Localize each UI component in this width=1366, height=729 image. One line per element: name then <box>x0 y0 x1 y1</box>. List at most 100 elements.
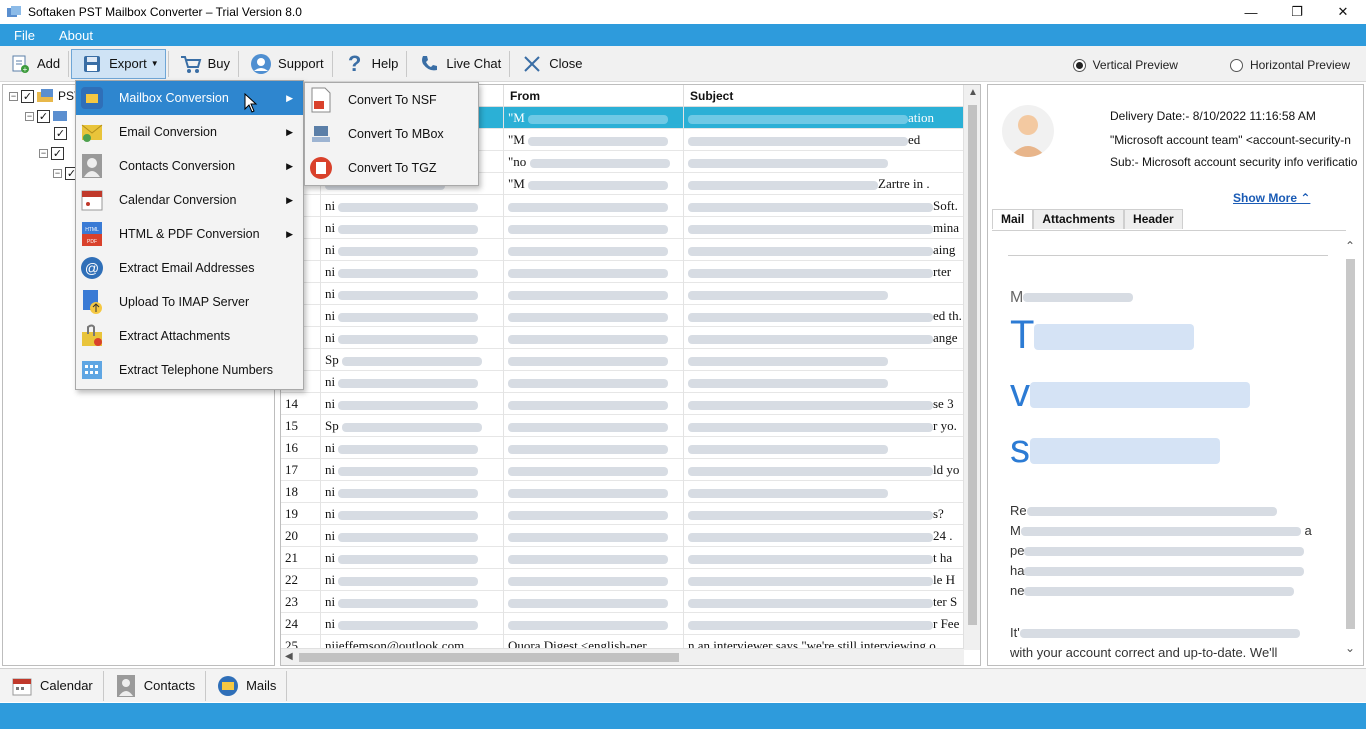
scroll-down-chevron-icon[interactable]: ⌄ <box>1345 641 1355 655</box>
table-row[interactable]: ni aing <box>281 239 964 261</box>
table-row[interactable]: Sp <box>281 349 964 371</box>
minimize-button[interactable]: — <box>1228 0 1274 24</box>
scrollbar-thumb[interactable] <box>299 653 679 662</box>
scroll-up-chevron-icon[interactable]: ⌃ <box>1345 239 1355 253</box>
tree-root[interactable]: − ✓ PST <box>9 89 81 103</box>
live-chat-button[interactable]: Live Chat <box>409 49 507 79</box>
table-row[interactable]: 24 ni r Fee <box>281 613 964 635</box>
mails-tab[interactable]: Mails <box>206 670 288 701</box>
table-row[interactable]: 17 ni ld yo <box>281 459 964 481</box>
horizontal-scrollbar[interactable]: ◀ <box>281 648 964 665</box>
tree-node[interactable]: − ✓ <box>39 147 64 160</box>
menu-file[interactable]: File <box>0 28 45 43</box>
table-row[interactable]: 22 ni le H <box>281 569 964 591</box>
tree-node[interactable]: ✓ <box>51 127 67 140</box>
add-button[interactable]: + Add <box>0 49 66 79</box>
help-button[interactable]: ? Help <box>335 49 405 79</box>
table-row[interactable]: 20 ni 24 . <box>281 525 964 547</box>
menu-item-label: HTML & PDF Conversion <box>119 227 260 241</box>
calendar-tab[interactable]: Calendar <box>0 670 104 701</box>
buy-button[interactable]: Buy <box>171 49 236 79</box>
menu-item-calendar-conversion[interactable]: Calendar Conversion ▶ <box>76 183 303 217</box>
vertical-preview-radio[interactable] <box>1072 58 1086 72</box>
tab-mail[interactable]: Mail <box>992 209 1034 229</box>
table-row[interactable]: ni <box>281 371 964 393</box>
table-row[interactable]: 23 ni ter S <box>281 591 964 613</box>
mail-text: ha <box>1010 563 1305 578</box>
row-mailbox: ni <box>325 396 336 411</box>
tab-attachments[interactable]: Attachments <box>1033 209 1125 229</box>
menu-item-extract-telephone-numbers[interactable]: Extract Telephone Numbers <box>76 353 303 387</box>
collapse-icon[interactable]: − <box>9 91 18 101</box>
scroll-up-arrow-icon[interactable]: ▲ <box>968 87 978 98</box>
tree-checkbox[interactable]: ✓ <box>51 147 64 160</box>
row-number: 17 <box>285 462 298 477</box>
show-more-link[interactable]: Show More ⌃ <box>1233 191 1310 205</box>
mails-label: Mails <box>246 678 277 693</box>
tree-node[interactable]: − ✓ <box>25 109 69 123</box>
menu-item-extract-attachments[interactable]: Extract Attachments <box>76 319 303 353</box>
row-mailbox: ni <box>325 484 336 499</box>
delivery-date: Delivery Date:- 8/10/2022 11:16:58 AM <box>1110 109 1316 123</box>
tree-checkbox[interactable]: ✓ <box>37 109 50 123</box>
row-number: 15 <box>285 418 298 433</box>
upload-icon <box>79 289 105 315</box>
table-row[interactable]: ni rter <box>281 261 964 283</box>
mail-heading: T <box>1010 313 1195 358</box>
maximize-button[interactable]: ❐ <box>1274 0 1320 24</box>
menu-item-convert-to-nsf[interactable]: Convert To NSF <box>305 83 478 117</box>
help-label: Help <box>371 56 399 71</box>
menu-item-convert-to-mbox[interactable]: Convert To MBox <box>305 117 478 151</box>
menu-item-mailbox-conversion[interactable]: Mailbox Conversion ▶ <box>76 81 303 115</box>
collapse-icon[interactable]: − <box>25 111 34 121</box>
collapse-icon[interactable]: − <box>53 169 62 178</box>
avatar <box>1002 105 1054 157</box>
scrollbar-thumb[interactable] <box>968 105 977 625</box>
menu-item-html-pdf-conversion[interactable]: HTML PDF HTML & PDF Conversion ▶ <box>76 217 303 251</box>
column-header-subject[interactable]: Subject <box>684 85 964 107</box>
table-row[interactable]: ni <box>281 283 964 305</box>
submenu-arrow-icon: ▶ <box>286 194 293 205</box>
close-window-button[interactable]: ✕ <box>1320 0 1366 24</box>
menu-item-upload-to-imap[interactable]: Upload To IMAP Server <box>76 285 303 319</box>
table-row[interactable]: ni ed th. <box>281 305 964 327</box>
row-number: 21 <box>285 550 298 565</box>
close-button[interactable]: Close <box>512 49 588 79</box>
table-row[interactable]: ni Soft. <box>281 195 964 217</box>
horizontal-preview-radio[interactable] <box>1229 58 1243 72</box>
collapse-icon[interactable]: − <box>39 149 48 158</box>
scrollbar-thumb[interactable] <box>1346 259 1355 629</box>
contacts-tab[interactable]: Contacts <box>104 670 207 701</box>
table-row[interactable]: 14 ni se 3 <box>281 393 964 415</box>
tab-header[interactable]: Header <box>1124 209 1183 229</box>
menu-item-convert-to-tgz[interactable]: Convert To TGZ <box>305 151 478 185</box>
mail-body: M T v s Re M a pe ha ne It' with your ac… <box>992 230 1346 660</box>
phone-icon <box>417 52 441 76</box>
menu-item-email-conversion[interactable]: Email Conversion ▶ <box>76 115 303 149</box>
table-row[interactable]: 16 ni <box>281 437 964 459</box>
export-button[interactable]: Export ▼ <box>71 48 166 79</box>
tree-checkbox[interactable]: ✓ <box>21 89 34 103</box>
row-number: 16 <box>285 440 298 455</box>
menu-item-label: Calendar Conversion <box>119 193 237 207</box>
menu-item-contacts-conversion[interactable]: Contacts Conversion ▶ <box>76 149 303 183</box>
table-row[interactable]: 18 ni <box>281 481 964 503</box>
calendar-icon <box>79 187 105 213</box>
tree-checkbox[interactable]: ✓ <box>54 127 67 140</box>
support-button[interactable]: Support <box>241 49 330 79</box>
table-row[interactable]: 15 Sp r yo. <box>281 415 964 437</box>
table-row[interactable]: 19 ni s? <box>281 503 964 525</box>
column-header-from[interactable]: From <box>504 85 684 107</box>
table-row[interactable]: 21 ni t ha <box>281 547 964 569</box>
preview-scrollbar[interactable]: ⌃ ⌄ <box>1342 235 1359 655</box>
scroll-left-arrow-icon[interactable]: ◀ <box>285 651 293 662</box>
menu-item-extract-email-addresses[interactable]: @ Extract Email Addresses <box>76 251 303 285</box>
submenu-arrow-icon: ▶ <box>286 228 293 239</box>
phone-grid-icon <box>79 357 105 383</box>
vertical-scrollbar[interactable]: ▲ <box>963 85 980 650</box>
table-row[interactable]: ni ange <box>281 327 964 349</box>
menu-about[interactable]: About <box>45 28 103 43</box>
row-mailbox: ni <box>325 220 336 235</box>
table-row[interactable]: ni mina <box>281 217 964 239</box>
svg-text:HTML: HTML <box>85 227 99 233</box>
